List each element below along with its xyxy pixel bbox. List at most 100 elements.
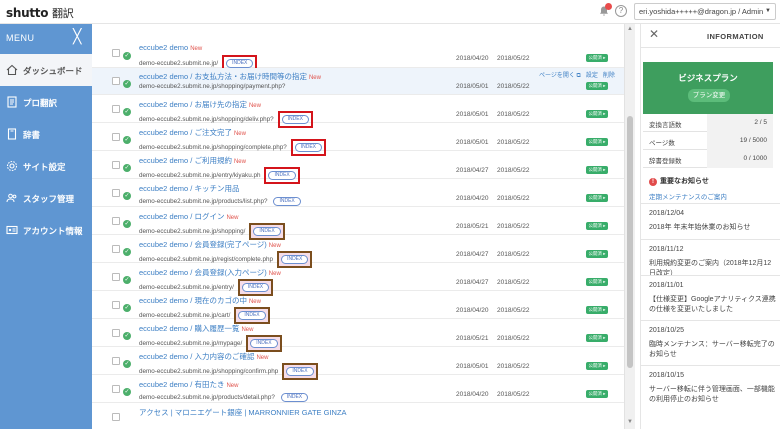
updated-date: 2018/05/22 [497,335,530,342]
account-dropdown[interactable]: eri.yoshida+++++@dragon.jp / Admin ▼ [634,3,776,20]
page-title-link[interactable]: アクセス | マロニエゲート銀座 | MARRONNIER GATE GINZA [139,407,347,418]
scroll-down-icon[interactable]: ▼ [627,419,633,425]
page-title-link[interactable]: eccube2 demo / 会員登録(完了ページ) New [139,239,281,250]
check-circle-icon: ✓ [123,52,131,60]
index-tag[interactable]: INDEX [241,283,270,292]
page-row[interactable]: ✓ eccube2 demo / ご利用規約 New demo-eccube2.sub… [92,152,624,184]
scrollbar[interactable]: ▲ ▼ [624,24,635,429]
page-title-link[interactable]: eccube2 demo / お支払方法・お届け時間等の指定 New [139,71,321,82]
close-panel-icon[interactable]: ✕ [649,27,659,41]
sidebar-item-5[interactable]: アカウント情報 [0,214,92,246]
row-checkbox[interactable] [112,413,120,421]
row-checkbox[interactable] [112,357,120,365]
status-badge[interactable]: 公開済 ▸ [586,166,608,174]
sidebar-item-2[interactable]: 辞書 [0,118,92,150]
sidebar-item-1[interactable]: プロ翻訳 [0,86,92,118]
news-link[interactable]: 【仕様変更】Googleアナリティクス連携の仕様を変更いたしました [649,295,777,315]
sidebar-item-0[interactable]: ダッシュボード [0,54,92,86]
row-checkbox[interactable] [112,245,120,253]
index-tag[interactable]: INDEX [250,339,278,348]
status-badge[interactable]: 公開済 ▸ [586,82,608,90]
news-link[interactable]: 臨時メンテナンス：サーバー移転完了のお知らせ [649,340,777,360]
page-row[interactable]: ✓ eccube2 demo / お届け先の指定 New demo-eccube2.s… [92,96,624,128]
page-row[interactable]: ✓ eccube2 demo / 現在のカゴの中 New demo-eccube2.s… [92,292,624,324]
status-badge[interactable]: 公開済 ▸ [586,334,608,342]
row-checkbox[interactable] [112,329,120,337]
index-tag[interactable]: INDEX [281,255,309,264]
row-checkbox[interactable] [112,217,120,225]
scrollbar-thumb[interactable] [627,116,633,368]
index-tag[interactable]: INDEX [268,171,296,180]
index-tag[interactable]: INDEX [273,197,301,206]
row-checkbox[interactable] [112,77,120,85]
page-title-link[interactable]: eccube2 demo / ログイン New [139,211,238,222]
page-row[interactable]: ✓ eccube2 demo / 有田たき New demo-eccube2.subm… [92,376,624,403]
news-link[interactable]: サーバー移転に伴う管理画面、一部機能の利用停止のお知らせ [649,385,777,405]
index-tag[interactable]: INDEX [226,59,254,68]
page-title-link[interactable]: eccube2 demo / キッチン用品 [139,183,239,194]
row-action-0[interactable]: ページを開く ⧉ [539,73,581,79]
index-tag[interactable]: INDEX [281,115,309,124]
page-row[interactable]: ✓ eccube2 demo New demo-eccube2.submit.ne.j… [92,24,624,72]
index-tag[interactable]: INDEX [286,367,314,376]
status-badge[interactable]: 公開済 ▸ [586,194,608,202]
index-tag[interactable]: INDEX [253,227,281,236]
page-title-link[interactable]: eccube2 demo / 有田たき New [139,379,238,390]
row-action-1[interactable]: 設定 [586,73,598,79]
page-row[interactable]: ✓ eccube2 demo / 会員登録(入力ページ) New demo-eccub… [92,264,624,296]
status-badge[interactable]: 公開済 ▸ [586,390,608,398]
notice-link[interactable]: 定期メンテナンスのご案内 [649,191,727,201]
page-title-link[interactable]: eccube2 demo / 購入履歴一覧 New [139,323,253,334]
page-row[interactable]: ✓ eccube2 demo / キッチン用品 demo-eccube2.submi… [92,180,624,207]
index-tag[interactable]: INDEX [238,311,266,320]
page-title-link[interactable]: eccube2 demo New [139,43,202,52]
page-row[interactable]: ✓ eccube2 demo / 会員登録(完了ページ) New demo-eccub… [92,236,624,268]
page-row[interactable]: ✓ eccube2 demo / ログイン New demo-eccube2.subm… [92,208,624,240]
scroll-up-icon[interactable]: ▲ [627,26,633,32]
page-title-link[interactable]: eccube2 demo / お届け先の指定 New [139,99,261,110]
status-badge[interactable]: 公開済 ▸ [586,278,608,286]
app-logo[interactable]: shutto 翻訳 [6,5,74,21]
document-icon [7,96,17,108]
page-row[interactable]: アクセス | マロニエゲート銀座 | MARRONNIER GATE GINZA [92,404,624,429]
status-badge[interactable]: 公開済 ▸ [586,222,608,230]
close-sidebar-icon[interactable]: ╳ [73,29,81,45]
page-title-link[interactable]: eccube2 demo / ご利用規約 New [139,155,246,166]
status-badge[interactable]: 公開済 ▸ [586,138,608,146]
news-divider [641,320,780,321]
index-tag[interactable]: INDEX [294,143,323,152]
new-badge: New [226,215,239,221]
check-circle-icon: ✓ [123,136,131,144]
sidebar-item-3[interactable]: サイト設定 [0,150,92,182]
row-checkbox[interactable] [112,385,120,393]
page-row[interactable]: ✓ eccube2 demo / 購入履歴一覧 New demo-eccube2.su… [92,320,624,352]
status-badge[interactable]: 公開済 ▸ [586,54,608,62]
row-checkbox[interactable] [112,273,120,281]
page-title-link[interactable]: eccube2 demo / 会員登録(入力ページ) New [139,267,281,278]
row-checkbox[interactable] [112,105,120,113]
row-checkbox[interactable] [112,189,120,197]
page-row[interactable]: ✓ eccube2 demo / ご注文完了 New demo-eccube2.sub… [92,124,624,156]
status-badge[interactable]: 公開済 ▸ [586,362,608,370]
status-badge[interactable]: 公開済 ▸ [586,306,608,314]
status-badge[interactable]: 公開済 ▸ [586,110,608,118]
index-tag[interactable]: INDEX [280,393,309,402]
usage-stat: 変換言語数 2 / 5 [643,114,773,132]
row-action-2[interactable]: 削除 [603,73,615,79]
plan-change-button[interactable]: プラン変更 [688,89,730,102]
help-icon[interactable]: ? [615,5,627,17]
row-checkbox[interactable] [112,133,120,141]
row-checkbox[interactable] [112,49,120,57]
page-title-link[interactable]: eccube2 demo / 入力内容のご確認 New [139,351,268,362]
news-link[interactable]: 利用規約変更のご案内（2018年12月12日改定） [649,259,777,279]
page-row[interactable]: ✓ eccube2 demo / お支払方法・お届け時間等の指定 New demo-e… [92,68,624,95]
sidebar-item-4[interactable]: スタッフ管理 [0,182,92,214]
row-checkbox[interactable] [112,161,120,169]
news-link[interactable]: 2018年 年末年始休業のお知らせ [649,223,777,233]
row-checkbox[interactable] [112,301,120,309]
page-title-link[interactable]: eccube2 demo / 現在のカゴの中 New [139,295,261,306]
status-badge[interactable]: 公開済 ▸ [586,250,608,258]
news-divider [641,239,780,240]
page-title-link[interactable]: eccube2 demo / ご注文完了 New [139,127,246,138]
page-row[interactable]: ✓ eccube2 demo / 入力内容のご確認 New demo-eccube2.… [92,348,624,380]
